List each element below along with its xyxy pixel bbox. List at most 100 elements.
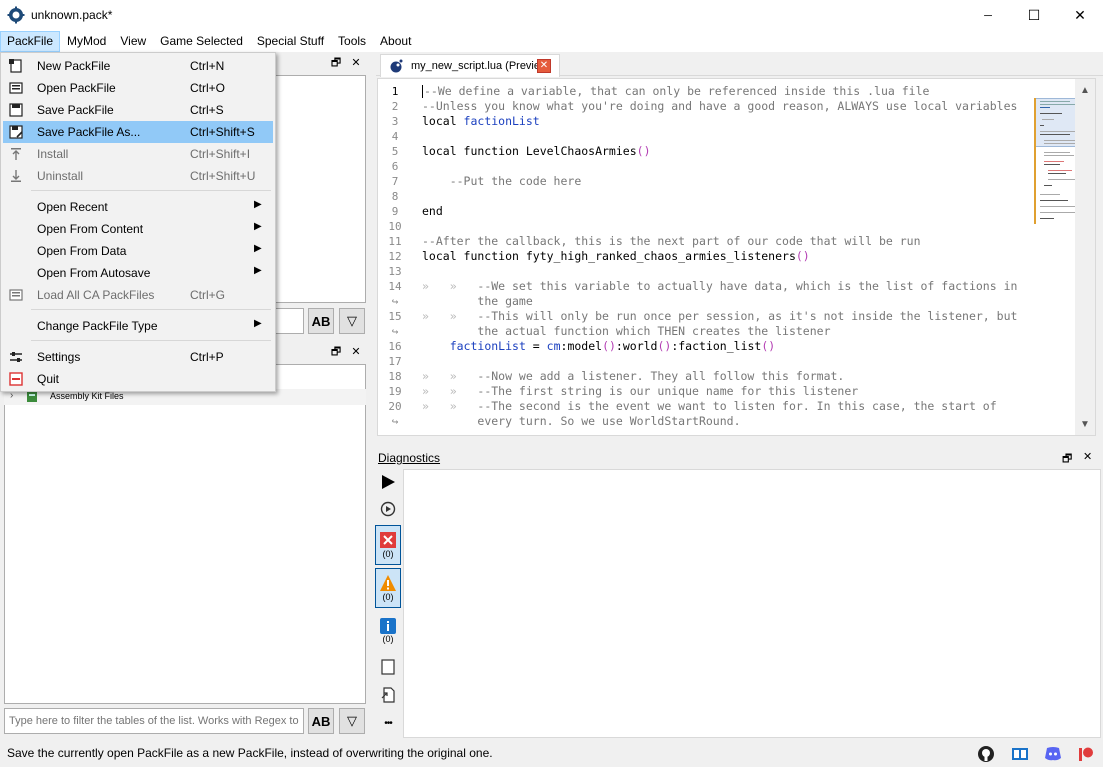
run-diagnostics-button[interactable] [375,470,401,494]
tab-my-new-script[interactable]: my_new_script.lua (Preview) ✕ [380,54,560,77]
diagnostics-title: Diagnostics [378,451,441,465]
tab-close-icon[interactable]: ✕ [537,59,551,73]
float-panel-icon[interactable]: 🗗 [328,344,344,360]
toggle-current-file-button[interactable] [375,655,401,679]
play-icon [382,475,395,489]
menu-item-open-from-autosave[interactable]: Open From Autosave ▶ [3,262,273,284]
code-line: » » --The first string is our unique nam… [422,384,1026,399]
close-button[interactable]: ✕ [1057,0,1103,31]
menu-item-open-packfile[interactable]: Open PackFile Ctrl+O [3,77,273,99]
book-icon [1012,748,1028,760]
menu-mymod[interactable]: MyMod [60,31,113,52]
menu-about[interactable]: About [373,31,418,52]
code-line: every turn. So we use WorldStartRound. [422,414,1026,429]
menu-item-shortcut: Ctrl+Shift+S [190,125,255,139]
code-line: --After the callback, this is the next p… [422,234,1026,249]
menu-item-uninstall[interactable]: Uninstall Ctrl+Shift+U [3,165,273,187]
menu-item-open-from-data[interactable]: Open From Data ▶ [3,240,273,262]
menu-special-stuff[interactable]: Special Stuff [250,31,331,52]
menu-item-quit[interactable]: Quit [3,368,273,390]
line-number: 12 [388,250,402,263]
float-panel-icon[interactable]: 🗗 [328,55,344,71]
code-line: --Put the code here [422,174,1026,189]
line-number: 2 [391,100,399,113]
case-sensitive-icon: AB [311,713,331,729]
menu-item-new-packfile[interactable]: New PackFile Ctrl+N [3,55,273,77]
discord-button[interactable] [1043,744,1063,764]
close-panel-icon[interactable]: ✕ [348,55,364,71]
toggle-warnings-button[interactable]: (0) [375,568,401,608]
deps-filter-options-button[interactable]: ▽ [339,708,365,734]
scroll-down-icon[interactable]: ▼ [1080,419,1090,430]
dropdown-icon: ▽ [347,313,357,328]
dropdown-icon: ▽ [347,713,357,728]
code-line: local function fyty_high_ranked_chaos_ar… [422,249,1026,264]
line-number: ↪ [391,325,399,338]
check-current-button[interactable] [375,497,401,521]
submenu-arrow-icon: ▶ [254,265,262,276]
app-window: unknown.pack* ─ ☐ ✕ PackFile MyMod View … [0,0,1103,767]
dependencies-filter-field[interactable] [5,709,303,733]
toggle-info-button[interactable]: (0) [375,611,401,651]
menu-tools[interactable]: Tools [331,31,373,52]
line-number: 1 [391,85,399,98]
menu-bar: PackFile MyMod View Game Selected Specia… [0,31,1103,52]
dependencies-tree[interactable] [4,364,366,704]
code-token: --After the callback, this is the next p… [422,234,921,248]
editor-vertical-scrollbar[interactable]: ▲ ▼ [1075,79,1095,435]
tree-item-label: Assembly Kit Files [50,391,124,401]
menu-packfile[interactable]: PackFile [0,31,61,52]
patreon-button[interactable] [1076,744,1096,764]
menu-item-open-recent[interactable]: Open Recent ▶ [3,196,273,218]
menu-item-settings[interactable]: Settings Ctrl+P [3,346,273,368]
close-panel-icon[interactable]: ✕ [1083,450,1092,463]
manual-button[interactable] [1010,744,1030,764]
menu-view[interactable]: View [113,31,153,52]
code-token: --We set this variable to actually have … [477,279,1018,293]
open-file-button[interactable] [375,683,401,707]
code-text-area[interactable]: --We define a variable, that can only be… [422,84,1026,434]
maximize-button[interactable]: ☐ [1011,0,1057,31]
status-message: Save the currently open PackFile as a ne… [7,746,493,760]
pack-case-sensitive-button[interactable]: AB [308,308,334,334]
menu-item-install[interactable]: Install Ctrl+Shift+I [3,143,273,165]
menu-item-save-packfile-as[interactable]: Save PackFile As... Ctrl+Shift+S [3,121,273,143]
warnings-count: (0) [382,592,394,602]
minimize-button[interactable]: ─ [965,0,1011,31]
more-options-button[interactable]: ••• [375,711,401,735]
diagnostics-table[interactable] [403,469,1101,738]
float-panel-icon[interactable]: 🗗 [1062,450,1072,469]
code-line: » » --Now we add a listener. They all fo… [422,369,1026,384]
pack-filter-options-button[interactable]: ▽ [339,308,365,334]
code-line: » » --This will only be run once per ses… [422,309,1026,324]
text-cursor [422,85,423,98]
code-token: --The first string is our unique name fo… [477,384,859,398]
menu-item-change-packfile-type[interactable]: Change PackFile Type ▶ [3,315,273,337]
menu-item-shortcut: Ctrl+Shift+I [190,147,251,161]
code-line: local function LevelChaosArmies() [422,144,1026,159]
error-icon [380,532,396,548]
code-editor[interactable]: 1 2 3 4 5 6 7 8 9 10 11 12 13 14 ↪ 15 ↪ 16 17 18 19 20 ↪ --We … [377,78,1096,436]
menu-game-selected[interactable]: Game Selected [153,31,250,52]
code-token: () [657,339,672,353]
uninstall-icon [11,170,21,182]
title-bar: unknown.pack* ─ ☐ ✕ [0,0,1103,31]
menu-item-label: Change PackFile Type [37,319,158,333]
deps-case-sensitive-button[interactable]: AB [308,708,334,734]
line-number: 19 [388,385,402,398]
github-button[interactable] [976,744,996,764]
scroll-up-icon[interactable]: ▲ [1080,85,1090,96]
line-number: ↪ [391,295,399,308]
menu-item-open-from-content[interactable]: Open From Content ▶ [3,218,273,240]
menu-item-label: Uninstall [37,169,84,183]
toggle-errors-button[interactable]: (0) [375,525,401,565]
menu-item-load-all-ca-packfiles[interactable]: Load All CA PackFiles Ctrl+G [3,284,273,306]
close-panel-icon[interactable]: ✕ [348,344,364,360]
line-number: 4 [391,130,399,143]
menu-item-save-packfile[interactable]: Save PackFile Ctrl+S [3,99,273,121]
dependencies-filter-input[interactable] [4,708,304,734]
